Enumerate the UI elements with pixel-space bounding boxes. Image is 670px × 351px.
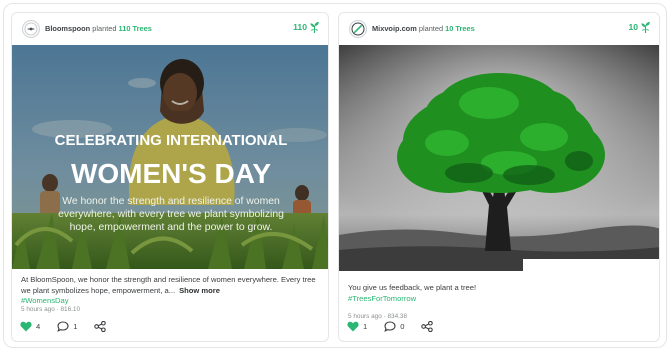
green-tree-photo [339,45,659,271]
image-body-line2: everywhere, with every tree we plant sym… [58,209,284,220]
like-count: 4 [36,321,41,331]
comment-icon [57,320,69,332]
post-id: 816.10 [60,306,81,313]
org-avatar[interactable] [349,20,367,38]
post-card: Bloomspoon planted 110 Trees 110 CELEBRA… [11,12,329,342]
post-header: Bloomspoon planted 110 Trees 110 [12,13,328,45]
share-button[interactable] [421,320,434,332]
sprout-icon [641,21,650,33]
sprout-icon [310,21,319,33]
planted-text: planted [418,24,444,33]
image-body-line3: hope, empowerment and the power to grow. [70,222,273,233]
comment-button[interactable]: 0 [384,320,405,332]
post-image[interactable] [339,45,659,271]
like-count: 1 [363,321,368,331]
share-button[interactable] [94,320,107,332]
tree-count-badge: 110 [293,21,320,33]
tree-count: 10 [628,22,638,32]
bloomspoon-logo-icon [24,22,38,36]
org-name[interactable]: Bloomspoon [45,24,90,33]
comment-count: 1 [73,321,78,331]
hashtag-link[interactable]: #TreesForTomorrow [348,294,653,305]
trees-planted: 10 Trees [445,24,475,33]
post-time: 5 hours ago [21,306,55,313]
heart-icon [20,321,32,331]
post-actions: 1 0 [347,319,450,333]
heart-icon [347,321,359,331]
post-caption: At BloomSpoon, we honor the strength and… [21,275,323,307]
like-button[interactable]: 1 [347,321,367,332]
share-icon [421,320,434,332]
post-card: Mixvoip.com planted 10 Trees 10 You give… [338,12,660,342]
caption-text: You give us feedback, we plant a tree! [348,283,477,292]
org-avatar[interactable] [22,20,40,38]
image-heading-line2: WOMEN'S DAY [71,158,271,189]
meta-separator: · [56,306,59,313]
image-heading-line1: CELEBRATING INTERNATIONAL [55,132,288,149]
post-caption: You give us feedback, we plant a tree! #… [348,283,653,304]
tree-count-badge: 10 [628,21,651,33]
hashtag-link[interactable]: #WomensDay [21,296,323,307]
womens-day-photo: CELEBRATING INTERNATIONAL WOMEN'S DAY We… [12,45,328,269]
post-image[interactable]: CELEBRATING INTERNATIONAL WOMEN'S DAY We… [12,45,328,269]
post-actions: 4 1 [20,319,123,333]
share-icon [94,320,107,332]
mixvoip-logo-icon [351,22,365,36]
tree-count: 110 [293,22,307,32]
org-name[interactable]: Mixvoip.com [372,24,417,33]
comment-count: 0 [400,321,405,331]
like-button[interactable]: 4 [20,321,40,332]
post-header-text: Mixvoip.com planted 10 Trees [372,24,475,33]
post-header: Mixvoip.com planted 10 Trees 10 [339,13,659,45]
comment-button[interactable]: 1 [57,320,78,332]
post-header-text: Bloomspoon planted 110 Trees [45,24,152,33]
comment-icon [384,320,396,332]
image-body-line1: We honor the strength and resilience of … [62,196,280,207]
trees-planted: 110 Trees [118,24,152,33]
post-meta: 5 hours ago · 816.10 [21,306,80,313]
caption-text: At BloomSpoon, we honor the strength and… [21,275,316,295]
show-more-link[interactable]: Show more [179,286,220,295]
feed: Bloomspoon planted 110 Trees 110 CELEBRA… [0,0,670,351]
planted-text: planted [92,24,117,33]
